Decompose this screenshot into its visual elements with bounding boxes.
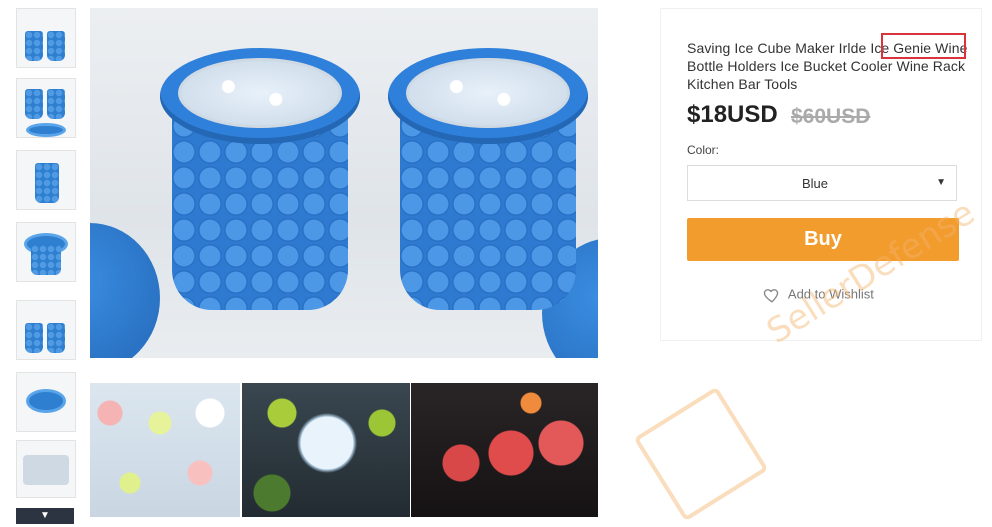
product-title-main: Saving Ice Cube Maker Irlde [687, 40, 867, 56]
thumbnail-2[interactable] [16, 78, 76, 138]
current-price: $18USD [687, 101, 778, 128]
lid-image [26, 123, 66, 137]
chevron-down-icon: ▼ [40, 510, 50, 521]
gallery-image-ice-cubes[interactable] [90, 383, 240, 517]
color-select-value: Blue [801, 176, 829, 191]
bucket-image [31, 245, 61, 275]
gallery-image-lime-drink[interactable] [242, 383, 410, 517]
bucket-image [25, 323, 43, 353]
bucket-image [47, 323, 65, 353]
thumbnail-1[interactable] [16, 8, 76, 68]
color-select[interactable]: Blue ▼ [687, 165, 957, 201]
ice-bucket-right [388, 48, 588, 310]
thumbnail-3[interactable] [16, 150, 76, 210]
bucket-image [47, 89, 65, 119]
heart-icon [763, 289, 779, 303]
highlight-box [881, 33, 966, 59]
thumbnail-6[interactable] [16, 372, 76, 432]
watermark-logo [633, 386, 769, 522]
chevron-down-icon: ▼ [936, 177, 946, 188]
people-image [23, 455, 69, 485]
thumbnail-5[interactable] [16, 300, 76, 360]
main-product-image[interactable] [90, 8, 598, 358]
color-label: Color: [687, 143, 720, 157]
lid-image [90, 223, 160, 358]
gallery-image-red-cocktails[interactable] [411, 383, 598, 517]
original-price: $60USD [791, 105, 871, 128]
ice-bucket-left [160, 48, 360, 310]
thumbnail-4[interactable] [16, 222, 76, 282]
bucket-image [35, 163, 59, 203]
thumbnail-scroll-down-button[interactable]: ▼ [16, 508, 74, 524]
bucket-ring-image [26, 389, 66, 413]
bucket-image [47, 31, 65, 61]
bucket-image [25, 89, 43, 119]
bucket-image [25, 31, 43, 61]
thumbnail-7[interactable] [16, 440, 76, 498]
